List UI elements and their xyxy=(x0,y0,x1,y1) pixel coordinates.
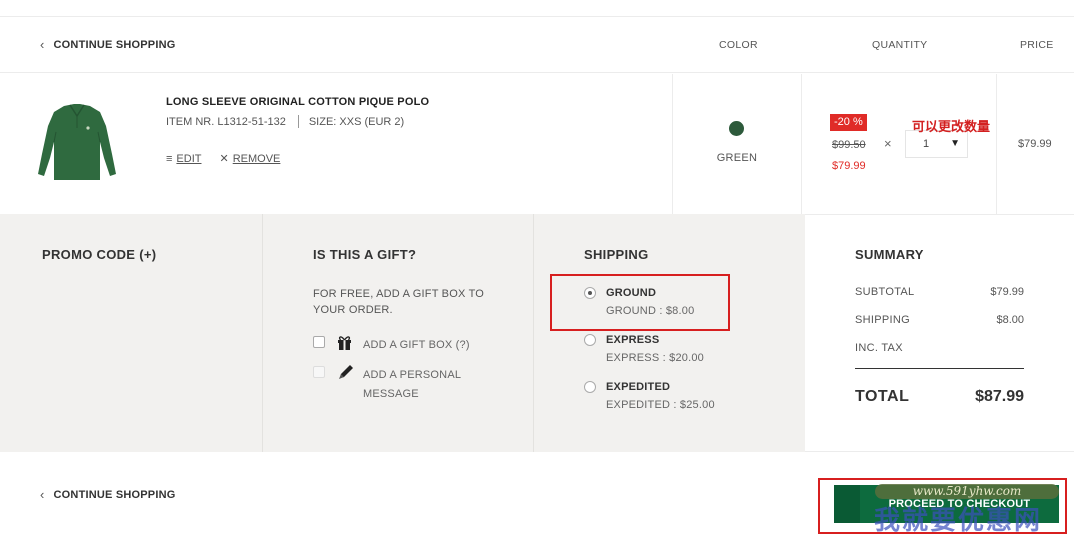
gift-icon xyxy=(338,336,351,350)
continue-shopping-label: CONTINUE SHOPPING xyxy=(53,38,176,51)
meta-separator xyxy=(297,115,299,128)
panel-divider xyxy=(262,214,263,452)
product-image[interactable] xyxy=(34,102,120,184)
sale-price: $79.99 xyxy=(832,160,866,172)
product-size: SIZE: XXS (EUR 2) xyxy=(308,115,405,128)
quantity-annotation: 可以更改数量 xyxy=(912,119,991,134)
shipping-option-name: EXPEDITED xyxy=(606,381,671,393)
promo-code-toggle[interactable]: PROMO CODE (+) xyxy=(42,247,156,262)
chevron-left-icon: ‹ xyxy=(40,37,45,52)
item-actions: ≡ EDIT ✕ REMOVE xyxy=(166,152,281,166)
watermark-url: www.591yhw.com xyxy=(875,484,1059,499)
line-item-price: $79.99 xyxy=(1018,138,1052,150)
color-swatch xyxy=(729,121,744,136)
color-name: GREEN xyxy=(716,152,758,164)
summary-divider xyxy=(855,368,1024,369)
shipping-cost-label: SHIPPING xyxy=(855,314,910,326)
shipping-radio-expedited[interactable] xyxy=(584,381,596,393)
shipping-radio-express[interactable] xyxy=(584,334,596,346)
summary-panel xyxy=(805,214,1074,452)
product-name[interactable]: LONG SLEEVE ORIGINAL COTTON PIQUE POLO xyxy=(166,96,429,108)
cart-item-row: LONG SLEEVE ORIGINAL COTTON PIQUE POLO I… xyxy=(0,74,1074,214)
panel-divider xyxy=(533,214,534,452)
item-number: ITEM NR. L1312-51-132 xyxy=(166,115,286,128)
column-header-color: COLOR xyxy=(719,39,758,51)
gift-box-checkbox[interactable] xyxy=(313,336,325,348)
continue-shopping-link-top[interactable]: ‹ CONTINUE SHOPPING xyxy=(40,37,176,52)
continue-shopping-label: CONTINUE SHOPPING xyxy=(53,488,176,501)
subtotal-label: SUBTOTAL xyxy=(855,286,915,298)
subtotal-value: $79.99 xyxy=(990,286,1024,298)
edit-link[interactable]: ≡ EDIT xyxy=(166,152,201,165)
cart-header: ‹ CONTINUE SHOPPING COLOR QUANTITY PRICE xyxy=(0,17,1074,73)
ground-highlight-box xyxy=(550,274,730,331)
edit-label: EDIT xyxy=(176,152,202,165)
personal-message-label: ADD A PERSONAL MESSAGE xyxy=(363,369,461,400)
gift-box-label: ADD A GIFT BOX (?) xyxy=(363,339,470,351)
multiply-icon: × xyxy=(884,136,892,151)
shipping-cost-value: $8.00 xyxy=(996,314,1024,326)
pencil-icon xyxy=(339,365,353,379)
original-price: $99.50 xyxy=(832,139,866,151)
shipping-title: SHIPPING xyxy=(584,247,649,262)
chevron-left-icon: ‹ xyxy=(40,487,45,502)
gift-title: IS THIS A GIFT? xyxy=(313,247,417,262)
summary-title: SUMMARY xyxy=(855,247,924,262)
column-header-quantity: QUANTITY xyxy=(872,39,928,51)
shipping-option-name: EXPRESS xyxy=(606,334,660,346)
gift-description: FOR FREE, ADD A GIFT BOX TO YOUR ORDER. xyxy=(313,288,485,316)
total-value: $87.99 xyxy=(975,388,1024,405)
shipping-option-detail: EXPEDITED : $25.00 xyxy=(606,399,715,411)
quantity-value: 1 xyxy=(923,138,930,150)
column-divider xyxy=(672,74,673,214)
column-header-price: PRICE xyxy=(1020,39,1054,51)
watermark-text: 我就要优惠网 xyxy=(874,505,1043,535)
close-icon: ✕ xyxy=(219,153,229,165)
column-divider xyxy=(996,74,997,214)
shipping-option-detail: EXPRESS : $20.00 xyxy=(606,352,704,364)
column-divider xyxy=(801,74,802,214)
total-label: TOTAL xyxy=(855,388,910,405)
product-meta: ITEM NR. L1312-51-132 SIZE: XXS (EUR 2) xyxy=(166,115,404,128)
continue-shopping-link-bottom[interactable]: ‹ CONTINUE SHOPPING xyxy=(40,487,176,502)
personal-message-checkbox[interactable] xyxy=(313,366,325,378)
tax-label: INC. TAX xyxy=(855,342,903,354)
remove-link[interactable]: ✕ REMOVE xyxy=(219,152,281,166)
discount-badge: -20 % xyxy=(830,114,867,131)
edit-icon: ≡ xyxy=(166,152,173,165)
remove-label: REMOVE xyxy=(232,152,281,165)
